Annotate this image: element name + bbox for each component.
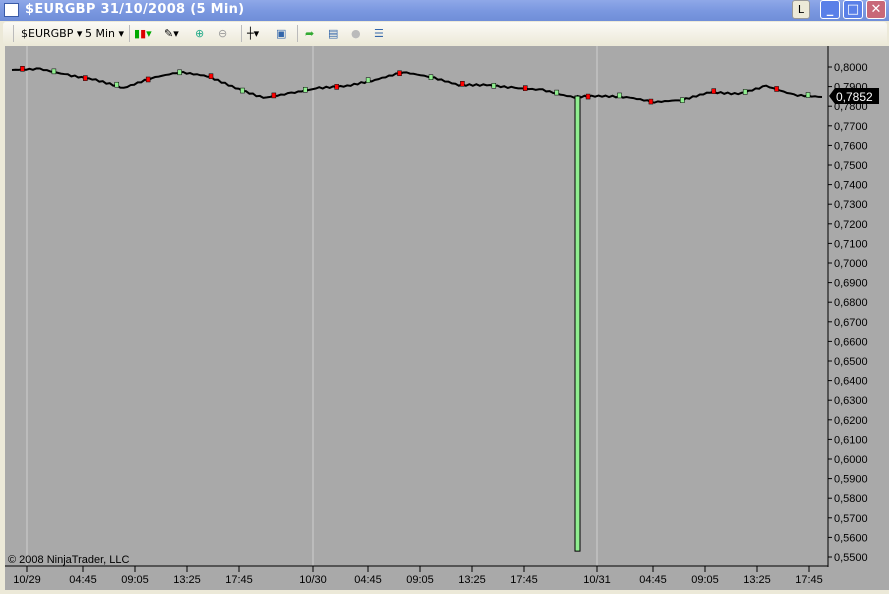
up-candle <box>554 89 559 96</box>
x-tick-label: 10/30 <box>299 574 327 586</box>
x-tick-label: 04:45 <box>639 574 667 586</box>
y-tick-label: 0,5800 <box>834 493 868 505</box>
price-line <box>11 67 823 104</box>
y-tick-label: 0,6500 <box>834 356 868 368</box>
y-tick-label: 0,6600 <box>834 336 868 348</box>
y-tick-label: 0,6000 <box>834 454 868 466</box>
toolbar: $EURGBP ▾ 5 Min ▾ ▮▮▾ ✎▾ ⊕ ⊖ ┼▾ ▣ ➦ ▤ ● … <box>3 22 887 45</box>
down-candle <box>20 65 25 72</box>
chevron-down-icon: ▾ <box>76 27 83 40</box>
interval-label: 5 Min <box>85 27 116 40</box>
y-tick-label: 0,7600 <box>834 140 868 152</box>
title-bar: $EURGBP 31/10/2008 (5 Min) L _ □ ✕ <box>0 0 889 21</box>
app-chart-icon <box>4 3 19 17</box>
toolbar-separator <box>297 25 298 42</box>
y-tick-label: 0,6800 <box>834 297 868 309</box>
y-tick-label: 0,6100 <box>834 434 868 446</box>
y-tick-label: 0,5900 <box>834 474 868 486</box>
y-tick-label: 0,8000 <box>834 62 868 74</box>
y-tick-label: 0,5600 <box>834 532 868 544</box>
up-candle <box>114 81 119 88</box>
y-tick-label: 0,6700 <box>834 317 868 329</box>
zoom-out-icon[interactable]: ⊖ <box>218 26 227 42</box>
last-price-label: 0,7852 <box>836 90 873 104</box>
toolbar-separator <box>129 25 130 42</box>
y-tick-label: 0,7400 <box>834 180 868 192</box>
down-candle <box>83 75 88 81</box>
x-tick-label: 13:25 <box>173 574 201 586</box>
x-tick-label: 10/29 <box>13 574 41 586</box>
down-candle <box>208 73 214 79</box>
y-tick-label: 0,6200 <box>834 415 868 427</box>
crosshair-icon[interactable]: ┼▾ <box>247 26 259 42</box>
down-candle <box>271 92 277 99</box>
up-candle <box>303 87 308 93</box>
down-candle <box>648 98 654 105</box>
down-candle <box>334 84 339 90</box>
y-tick-label: 0,7200 <box>834 219 868 231</box>
down-candle <box>522 85 528 91</box>
spike-candle <box>574 95 581 552</box>
x-tick-label: 04:45 <box>69 574 97 586</box>
up-candle <box>742 89 748 95</box>
up-candle <box>177 69 182 76</box>
down-candle <box>774 86 779 92</box>
x-tick-label: 17:45 <box>225 574 253 586</box>
y-tick-label: 0,7700 <box>834 121 868 133</box>
interval-selector[interactable]: 5 Min ▾ <box>85 26 124 42</box>
up-candle <box>617 92 622 99</box>
down-candle <box>145 76 151 83</box>
instrument-label: $EURGBP <box>21 27 74 40</box>
instrument-selector[interactable]: $EURGBP ▾ <box>21 26 82 42</box>
x-tick-label: 09:05 <box>121 574 149 586</box>
pencil-icon[interactable]: ✎▾ <box>164 26 179 42</box>
y-tick-label: 0,7000 <box>834 258 868 270</box>
instrument-icon[interactable]: ➦ <box>305 26 314 42</box>
y-tick-label: 0,7500 <box>834 160 868 172</box>
x-tick-label: 17:45 <box>795 574 823 586</box>
up-candle <box>491 82 497 89</box>
toolbar-separator <box>13 25 14 42</box>
x-tick-label: 09:05 <box>406 574 434 586</box>
x-tick-label: 04:45 <box>354 574 382 586</box>
y-tick-label: 0,6400 <box>834 376 868 388</box>
minimize-button[interactable]: _ <box>820 0 840 19</box>
x-tick-label: 17:45 <box>510 574 538 586</box>
down-candle <box>397 70 402 77</box>
chevron-down-icon: ▾ <box>118 27 125 40</box>
up-candle <box>240 87 245 94</box>
x-tick-label: 09:05 <box>691 574 719 586</box>
l-button[interactable]: L <box>792 0 810 19</box>
candlestick-icon[interactable]: ▮▮▾ <box>134 26 152 42</box>
up-candle <box>805 92 811 98</box>
currency-icon[interactable]: ● <box>351 26 361 42</box>
properties-icon[interactable]: ▣ <box>276 26 286 42</box>
y-tick-label: 0,6900 <box>834 278 868 290</box>
down-candle <box>711 88 717 94</box>
y-tick-label: 0,6300 <box>834 395 868 407</box>
y-tick-label: 0,7100 <box>834 238 868 250</box>
y-tick-label: 0,5700 <box>834 513 868 525</box>
chart-icon[interactable]: ▤ <box>328 26 338 42</box>
x-tick-label: 13:25 <box>458 574 486 586</box>
zoom-in-icon[interactable]: ⊕ <box>195 26 204 42</box>
maximize-button[interactable]: □ <box>843 0 863 19</box>
price-chart[interactable]: 0,8000 0,7900 0,7800 0,7700 0,7600 0,7500 0,74… <box>5 46 889 590</box>
y-tick-label: 0,5500 <box>834 552 868 564</box>
data-box-icon[interactable]: ☰ <box>374 26 384 42</box>
x-tick-label: 10/31 <box>583 574 611 586</box>
up-candle <box>680 97 685 103</box>
chart-svg[interactable]: 0,80000,79000,78000,77000,76000,75000,74… <box>5 46 889 590</box>
copyright-text: © 2008 NinjaTrader, LLC <box>8 554 129 566</box>
up-candle <box>51 68 57 75</box>
up-candle <box>428 74 434 81</box>
toolbar-separator <box>241 25 242 42</box>
close-button[interactable]: ✕ <box>866 0 886 19</box>
window-title: $EURGBP 31/10/2008 (5 Min) <box>25 2 245 17</box>
down-candle <box>585 93 591 100</box>
x-tick-label: 13:25 <box>743 574 771 586</box>
y-tick-label: 0,7300 <box>834 199 868 211</box>
up-candle <box>365 77 371 83</box>
down-candle <box>460 81 465 87</box>
